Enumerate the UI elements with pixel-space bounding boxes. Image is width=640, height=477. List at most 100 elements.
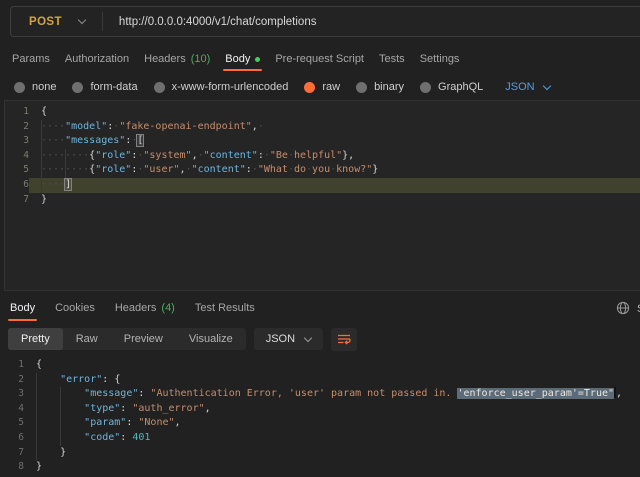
indent-guide	[41, 134, 42, 149]
active-tab-underline	[223, 69, 262, 71]
request-url-bar: POST http://0.0.0.0:4000/v1/chat/complet…	[10, 6, 640, 37]
indent-guide	[60, 387, 61, 402]
tab-response-body[interactable]: Body	[10, 296, 35, 320]
line-number: 5	[0, 416, 24, 431]
radio-label: form-data	[90, 81, 137, 93]
tab-label: Params	[12, 53, 50, 65]
code-line[interactable]: 4 "type": "auth_error",	[0, 402, 640, 417]
response-language-selector[interactable]: JSON	[254, 328, 323, 350]
radio-raw[interactable]: raw	[304, 81, 340, 93]
code-content: "error": {	[24, 373, 640, 388]
view-preview[interactable]: Preview	[111, 328, 176, 350]
tab-response-headers[interactable]: Headers (4)	[115, 296, 175, 320]
view-pretty[interactable]: Pretty	[8, 328, 63, 350]
indent-guide	[41, 149, 42, 164]
indent-guide	[60, 416, 61, 431]
request-tabs: Params Authorization Headers (10) Body P…	[12, 48, 640, 70]
line-number: 6	[5, 178, 29, 193]
headers-count-badge: (10)	[191, 53, 211, 65]
radio-icon	[72, 82, 83, 93]
tab-label: Pre-request Script	[275, 53, 364, 65]
code-line[interactable]: 7}	[5, 193, 640, 208]
indent-guide	[36, 416, 37, 431]
radio-x-www-form-urlencoded[interactable]: x-www-form-urlencoded	[154, 81, 289, 93]
wrap-text-icon	[337, 332, 352, 346]
tab-params[interactable]: Params	[12, 48, 50, 70]
code-content: ········{"role":·"user",·"content":·"Wha…	[29, 163, 640, 178]
tab-label: Authorization	[65, 53, 129, 65]
tab-cookies[interactable]: Cookies	[55, 296, 95, 320]
code-content: "code": 401	[24, 431, 640, 446]
request-body-editor[interactable]: 1{2····"model":·"fake-openai-endpoint",·…	[4, 100, 640, 291]
code-line[interactable]: 8}	[0, 460, 640, 475]
radio-icon	[356, 82, 367, 93]
tab-label: Headers	[144, 53, 186, 65]
indent-guide	[41, 163, 42, 178]
indent-guide	[60, 402, 61, 417]
response-body-editor[interactable]: 1{2 "error": {3 "message": "Authenticati…	[0, 356, 640, 477]
tab-authorization[interactable]: Authorization	[65, 48, 129, 70]
url-input[interactable]: http://0.0.0.0:4000/v1/chat/completions	[103, 16, 317, 28]
indent-guide	[36, 373, 37, 388]
code-line[interactable]: 6····]	[5, 178, 640, 193]
radio-icon	[14, 82, 25, 93]
view-raw[interactable]: Raw	[63, 328, 111, 350]
code-line[interactable]: 1{	[0, 358, 640, 373]
radio-icon	[420, 82, 431, 93]
line-number: 4	[5, 149, 29, 164]
modified-dot-icon	[255, 57, 260, 62]
line-number: 5	[5, 163, 29, 178]
code-line[interactable]: 1{	[5, 105, 640, 120]
method-label: POST	[29, 16, 62, 28]
code-line[interactable]: 4········{"role":·"system",·"content":·"…	[5, 149, 640, 164]
indent-guide	[41, 178, 42, 193]
body-type-options: none form-data x-www-form-urlencoded raw…	[14, 77, 640, 97]
radio-label: none	[32, 81, 56, 93]
method-selector[interactable]: POST	[11, 16, 102, 28]
indent-guide	[36, 402, 37, 417]
response-view-switch: Pretty Raw Preview Visualize	[8, 328, 246, 350]
globe-icon[interactable]	[616, 301, 630, 315]
code-line[interactable]: 3····"messages":·[	[5, 134, 640, 149]
indent-guide	[36, 431, 37, 446]
tab-tests[interactable]: Tests	[379, 48, 405, 70]
request-language-selector[interactable]: JSON	[505, 81, 549, 93]
tab-prerequest-script[interactable]: Pre-request Script	[275, 48, 364, 70]
wrap-text-button[interactable]	[331, 328, 357, 351]
code-line[interactable]: 5 "param": "None",	[0, 416, 640, 431]
tab-settings[interactable]: Settings	[420, 48, 460, 70]
tab-label: Test Results	[195, 302, 255, 314]
response-tabs: Body Cookies Headers (4) Test Results	[10, 296, 640, 320]
tab-body[interactable]: Body	[225, 48, 260, 70]
line-number: 6	[0, 431, 24, 446]
chevron-down-icon	[542, 81, 550, 89]
indent-guide	[41, 120, 42, 135]
code-line[interactable]: 2····"model":·"fake-openai-endpoint",·	[5, 120, 640, 135]
indent-guide	[36, 387, 37, 402]
tab-headers[interactable]: Headers (10)	[144, 48, 210, 70]
code-content: ········{"role":·"system",·"content":·"B…	[29, 149, 640, 164]
code-line[interactable]: 7 }	[0, 446, 640, 461]
line-number: 1	[5, 105, 29, 120]
radio-graphql[interactable]: GraphQL	[420, 81, 483, 93]
tab-test-results[interactable]: Test Results	[195, 296, 255, 320]
code-line[interactable]: 5········{"role":·"user",·"content":·"Wh…	[5, 163, 640, 178]
line-number: 1	[0, 358, 24, 373]
selected-text: 'enforce_user_param'=True"	[457, 388, 614, 399]
line-number: 2	[5, 120, 29, 135]
view-visualize[interactable]: Visualize	[176, 328, 246, 350]
code-content: ····"messages":·[	[29, 134, 640, 149]
code-line[interactable]: 6 "code": 401	[0, 431, 640, 446]
radio-none[interactable]: none	[14, 81, 56, 93]
tab-label: Body	[10, 302, 35, 314]
line-number: 8	[0, 460, 24, 475]
radio-selected-icon	[304, 82, 315, 93]
language-label: JSON	[505, 81, 534, 93]
radio-label: x-www-form-urlencoded	[172, 81, 289, 93]
indent-guide	[65, 163, 66, 178]
radio-binary[interactable]: binary	[356, 81, 404, 93]
code-line[interactable]: 3 "message": "Authentication Error, 'use…	[0, 387, 640, 402]
radio-form-data[interactable]: form-data	[72, 81, 137, 93]
code-line[interactable]: 2 "error": {	[0, 373, 640, 388]
code-content: {	[24, 358, 640, 373]
